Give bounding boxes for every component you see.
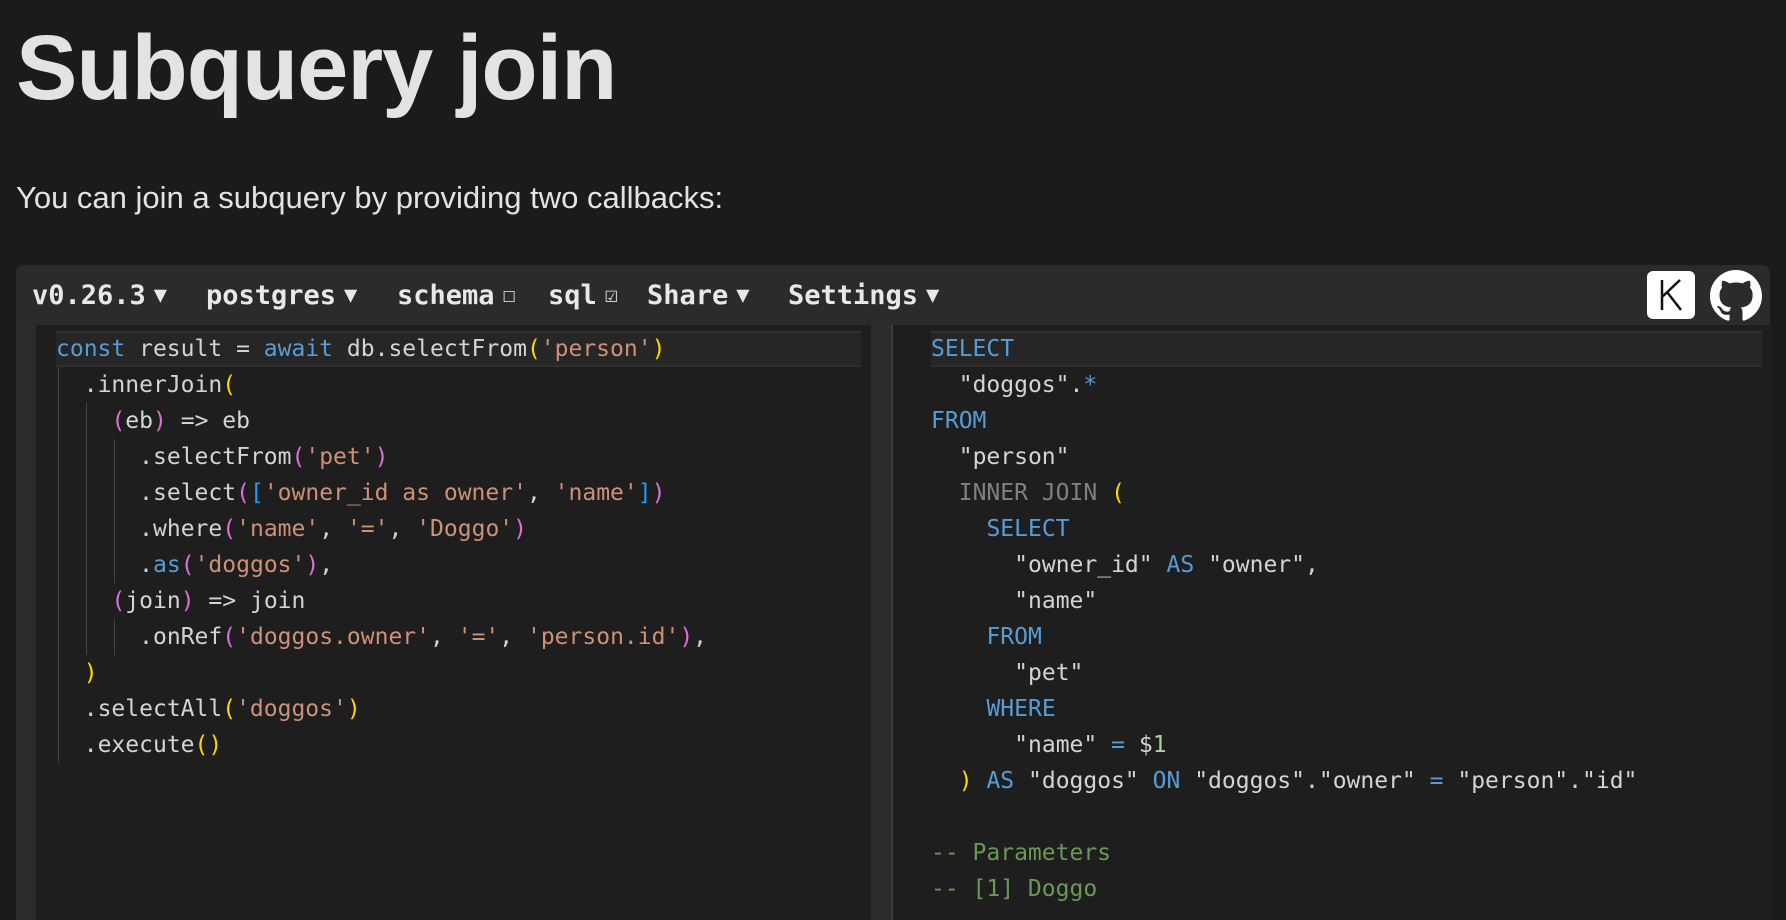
settings-dropdown[interactable]: Settings ▼ [788, 280, 939, 311]
output-line[interactable]: "name" = $1 [931, 727, 1770, 763]
editor-line[interactable]: ) [56, 655, 871, 691]
sql-toggle[interactable]: sql ☑ [548, 280, 618, 311]
settings-label: Settings [788, 279, 919, 311]
indent-guide [58, 655, 59, 691]
indent-guide [86, 583, 88, 619]
output-line[interactable]: WHERE [931, 691, 1770, 727]
indent-guide [58, 691, 59, 727]
indent-guide [86, 475, 88, 511]
kysely-logo-icon[interactable] [1647, 271, 1695, 319]
schema-checkbox-icon[interactable]: ☐ [503, 283, 516, 308]
indent-guide [114, 475, 116, 511]
kysely-playground: v0.26.3 ▼ postgres ▼ schema ☐ sql ☑ Shar… [16, 265, 1770, 920]
sql-checkbox-icon[interactable]: ☑ [605, 283, 618, 308]
chevron-down-icon: ▼ [153, 282, 168, 308]
indent-guide [86, 439, 88, 475]
playground-toolbar: v0.26.3 ▼ postgres ▼ schema ☐ sql ☑ Shar… [16, 265, 1770, 325]
page-title: Subquery join [16, 17, 617, 119]
indent-guide [86, 403, 88, 439]
indent-guide [114, 619, 116, 655]
editor-line[interactable]: .execute() [56, 727, 871, 763]
output-line[interactable]: FROM [931, 403, 1770, 439]
indent-guide [58, 583, 59, 619]
sql-output-editor[interactable]: SELECT "doggos".* FROM "person" INNER JOI… [891, 325, 1770, 920]
indent-guide [58, 403, 59, 439]
schema-label: schema [397, 279, 495, 311]
share-dropdown[interactable]: Share ▼ [647, 280, 750, 311]
output-line[interactable]: ) AS "doggos" ON "doggos"."owner" = "per… [931, 763, 1770, 799]
indent-guide [58, 439, 59, 475]
github-icon[interactable] [1710, 270, 1762, 322]
output-line[interactable]: INNER JOIN ( [931, 475, 1770, 511]
chevron-down-icon: ▼ [926, 282, 940, 308]
output-line[interactable] [931, 799, 1770, 835]
intro-text: You can join a subquery by providing two… [16, 180, 724, 215]
indent-guide [86, 547, 88, 583]
sql-label: sql [548, 279, 597, 311]
editor-line[interactable]: const result = await db.selectFrom('pers… [56, 331, 861, 367]
indent-guide [114, 547, 116, 583]
output-line[interactable]: "name" [931, 583, 1770, 619]
indent-guide [86, 511, 88, 547]
output-line[interactable]: -- [1] Doggo [931, 871, 1770, 907]
editor-line[interactable]: (eb) => eb [56, 403, 871, 439]
editor-gutter [16, 325, 36, 920]
editor-line[interactable]: .onRef('doggos.owner', '=', 'person.id')… [56, 619, 871, 655]
output-line[interactable]: -- Parameters [931, 835, 1770, 871]
editor-line[interactable]: (join) => join [56, 583, 871, 619]
code-editor[interactable]: const result = await db.selectFrom('pers… [16, 325, 871, 920]
editor-line[interactable]: .selectFrom('pet') [56, 439, 871, 475]
indent-guide [58, 367, 59, 403]
editor-lines[interactable]: const result = await db.selectFrom('pers… [56, 331, 871, 763]
output-line[interactable]: "pet" [931, 655, 1770, 691]
output-line[interactable]: FROM [931, 619, 1770, 655]
schema-toggle[interactable]: schema ☐ [397, 280, 516, 311]
indent-guide [114, 511, 116, 547]
output-line[interactable]: "person" [931, 439, 1770, 475]
pane-splitter[interactable] [871, 325, 891, 920]
output-lines[interactable]: SELECT "doggos".* FROM "person" INNER JOI… [931, 331, 1770, 907]
editor-line[interactable]: .as('doggos'), [56, 547, 871, 583]
indent-guide [86, 619, 88, 655]
indent-guide [58, 547, 59, 583]
output-line[interactable]: "owner_id" AS "owner", [931, 547, 1770, 583]
dialect-label: postgres [206, 279, 337, 311]
chevron-down-icon: ▼ [344, 282, 358, 308]
share-label: Share [647, 279, 729, 311]
dialect-dropdown[interactable]: postgres ▼ [206, 280, 357, 311]
output-line[interactable]: "doggos".* [931, 367, 1770, 403]
editor-line[interactable]: .innerJoin( [56, 367, 871, 403]
indent-guide [58, 475, 59, 511]
version-label: v0.26.3 [32, 279, 146, 311]
editor-line[interactable]: .where('name', '=', 'Doggo') [56, 511, 871, 547]
output-line[interactable]: SELECT [931, 331, 1762, 367]
indent-guide [58, 511, 59, 547]
output-line[interactable]: SELECT [931, 511, 1770, 547]
editor-line[interactable]: .selectAll('doggos') [56, 691, 871, 727]
version-dropdown[interactable]: v0.26.3 ▼ [32, 280, 167, 311]
indent-guide [58, 619, 59, 655]
editor-line[interactable]: .select(['owner_id as owner', 'name']) [56, 475, 871, 511]
indent-guide [114, 439, 116, 475]
indent-guide [58, 727, 59, 763]
chevron-down-icon: ▼ [736, 282, 750, 308]
